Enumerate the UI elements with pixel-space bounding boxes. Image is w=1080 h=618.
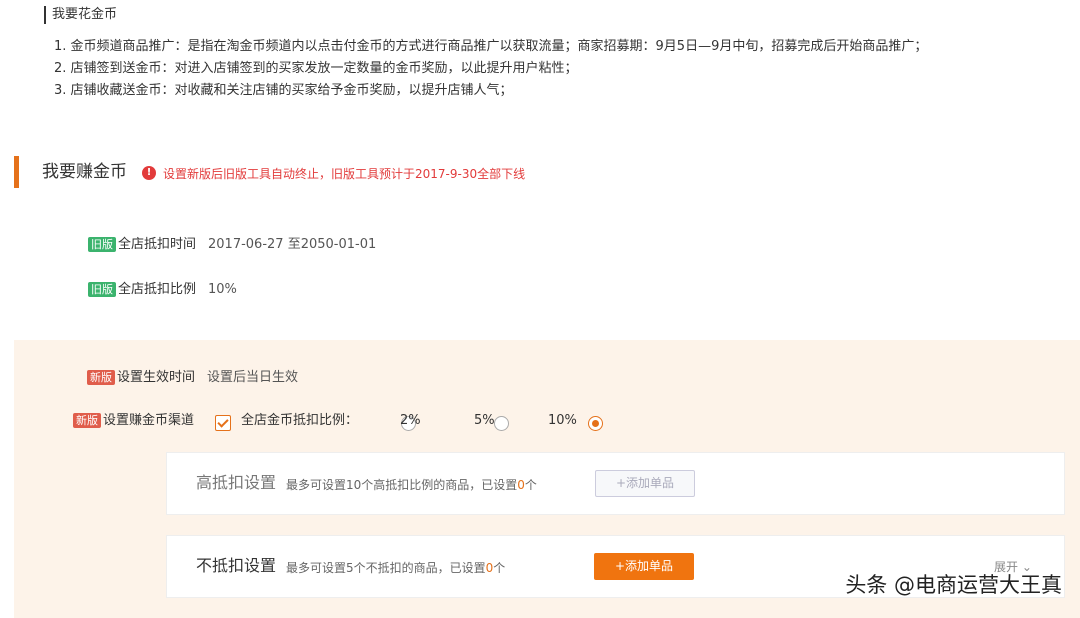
store-deduction-label: 全店金币抵扣比例： [241,413,359,428]
effective-time-value: 设置后当日生效 [207,370,299,385]
old-time-row: 旧版 全店抵扣时间 2017-06-27 至2050-01-01 [88,236,376,254]
no-deduction-title: 不抵扣设置 [196,556,277,575]
high-deduction-desc-text: 最多可设置10个高抵扣比例的商品，已设置 [286,478,518,492]
list-item: 2. 店铺签到送金币：对进入店铺签到的买家发放一定数量的金币奖励，以此提升用户粘… [54,61,578,76]
old-ratio-row: 旧版 全店抵扣比例 10% [88,281,237,299]
warning-icon: ! [142,166,156,180]
new-version-badge: 新版 [73,413,101,428]
old-time-label: 全店抵扣时间 [118,237,197,252]
warning-message: 设置新版后旧版工具自动终止，旧版工具预计于2017-9-30全部下线 [163,167,526,181]
no-deduction-desc-suffix: 个 [493,561,506,575]
list-item: 1. 金币频道商品推广：是指在淘金币频道内以点击付金币的方式进行商品推广以获取流… [54,39,928,54]
effective-time-row: 新版 设置生效时间 设置后当日生效 [87,369,298,387]
ratio-option-5-label[interactable]: 5% [474,412,495,430]
old-ratio-label: 全店抵扣比例 [118,282,197,297]
section-accent-bar [14,156,19,188]
no-deduction-add-item-button[interactable]: +添加单品 [594,553,694,580]
spend-section-title: 我要花金币 [44,6,117,24]
high-add-item-button[interactable]: +添加单品 [595,470,695,497]
high-deduction-desc-suffix: 个 [524,478,537,492]
ratio-option-2-label[interactable]: 2% [400,412,421,430]
old-version-badge: 旧版 [88,237,116,252]
earn-section-title: 我要赚金币 [42,162,127,182]
old-ratio-value: 10% [208,282,237,297]
old-time-value: 2017-06-27 至2050-01-01 [208,237,377,252]
no-deduction-desc-text: 最多可设置5个不抵扣的商品，已设置 [286,561,486,575]
channel-label: 设置赚金币渠道 [103,413,195,428]
store-deduction-checkbox[interactable] [215,414,231,431]
list-item: 3. 店铺收藏送金币：对收藏和关注店铺的买家给予金币奖励，以提升店铺人气； [54,83,513,98]
high-deduction-title: 高抵扣设置 [196,473,277,492]
watermark: 头条 @电商运营大王真 [845,573,1062,597]
channel-row: 新版 设置赚金币渠道 [73,412,194,430]
spend-list: 1. 金币频道商品推广：是指在淘金币频道内以点击付金币的方式进行商品推广以获取流… [54,36,927,102]
new-version-badge: 新版 [87,370,115,385]
effective-time-label: 设置生效时间 [117,370,196,385]
no-deduction-desc: 最多可设置5个不抵扣的商品，已设置0个 [286,560,505,576]
old-version-badge: 旧版 [88,282,116,297]
high-deduction-desc: 最多可设置10个高抵扣比例的商品，已设置0个 [286,477,537,493]
high-deduction-count: 0 [517,478,525,492]
ratio-option-10-label[interactable]: 10% [548,412,577,430]
